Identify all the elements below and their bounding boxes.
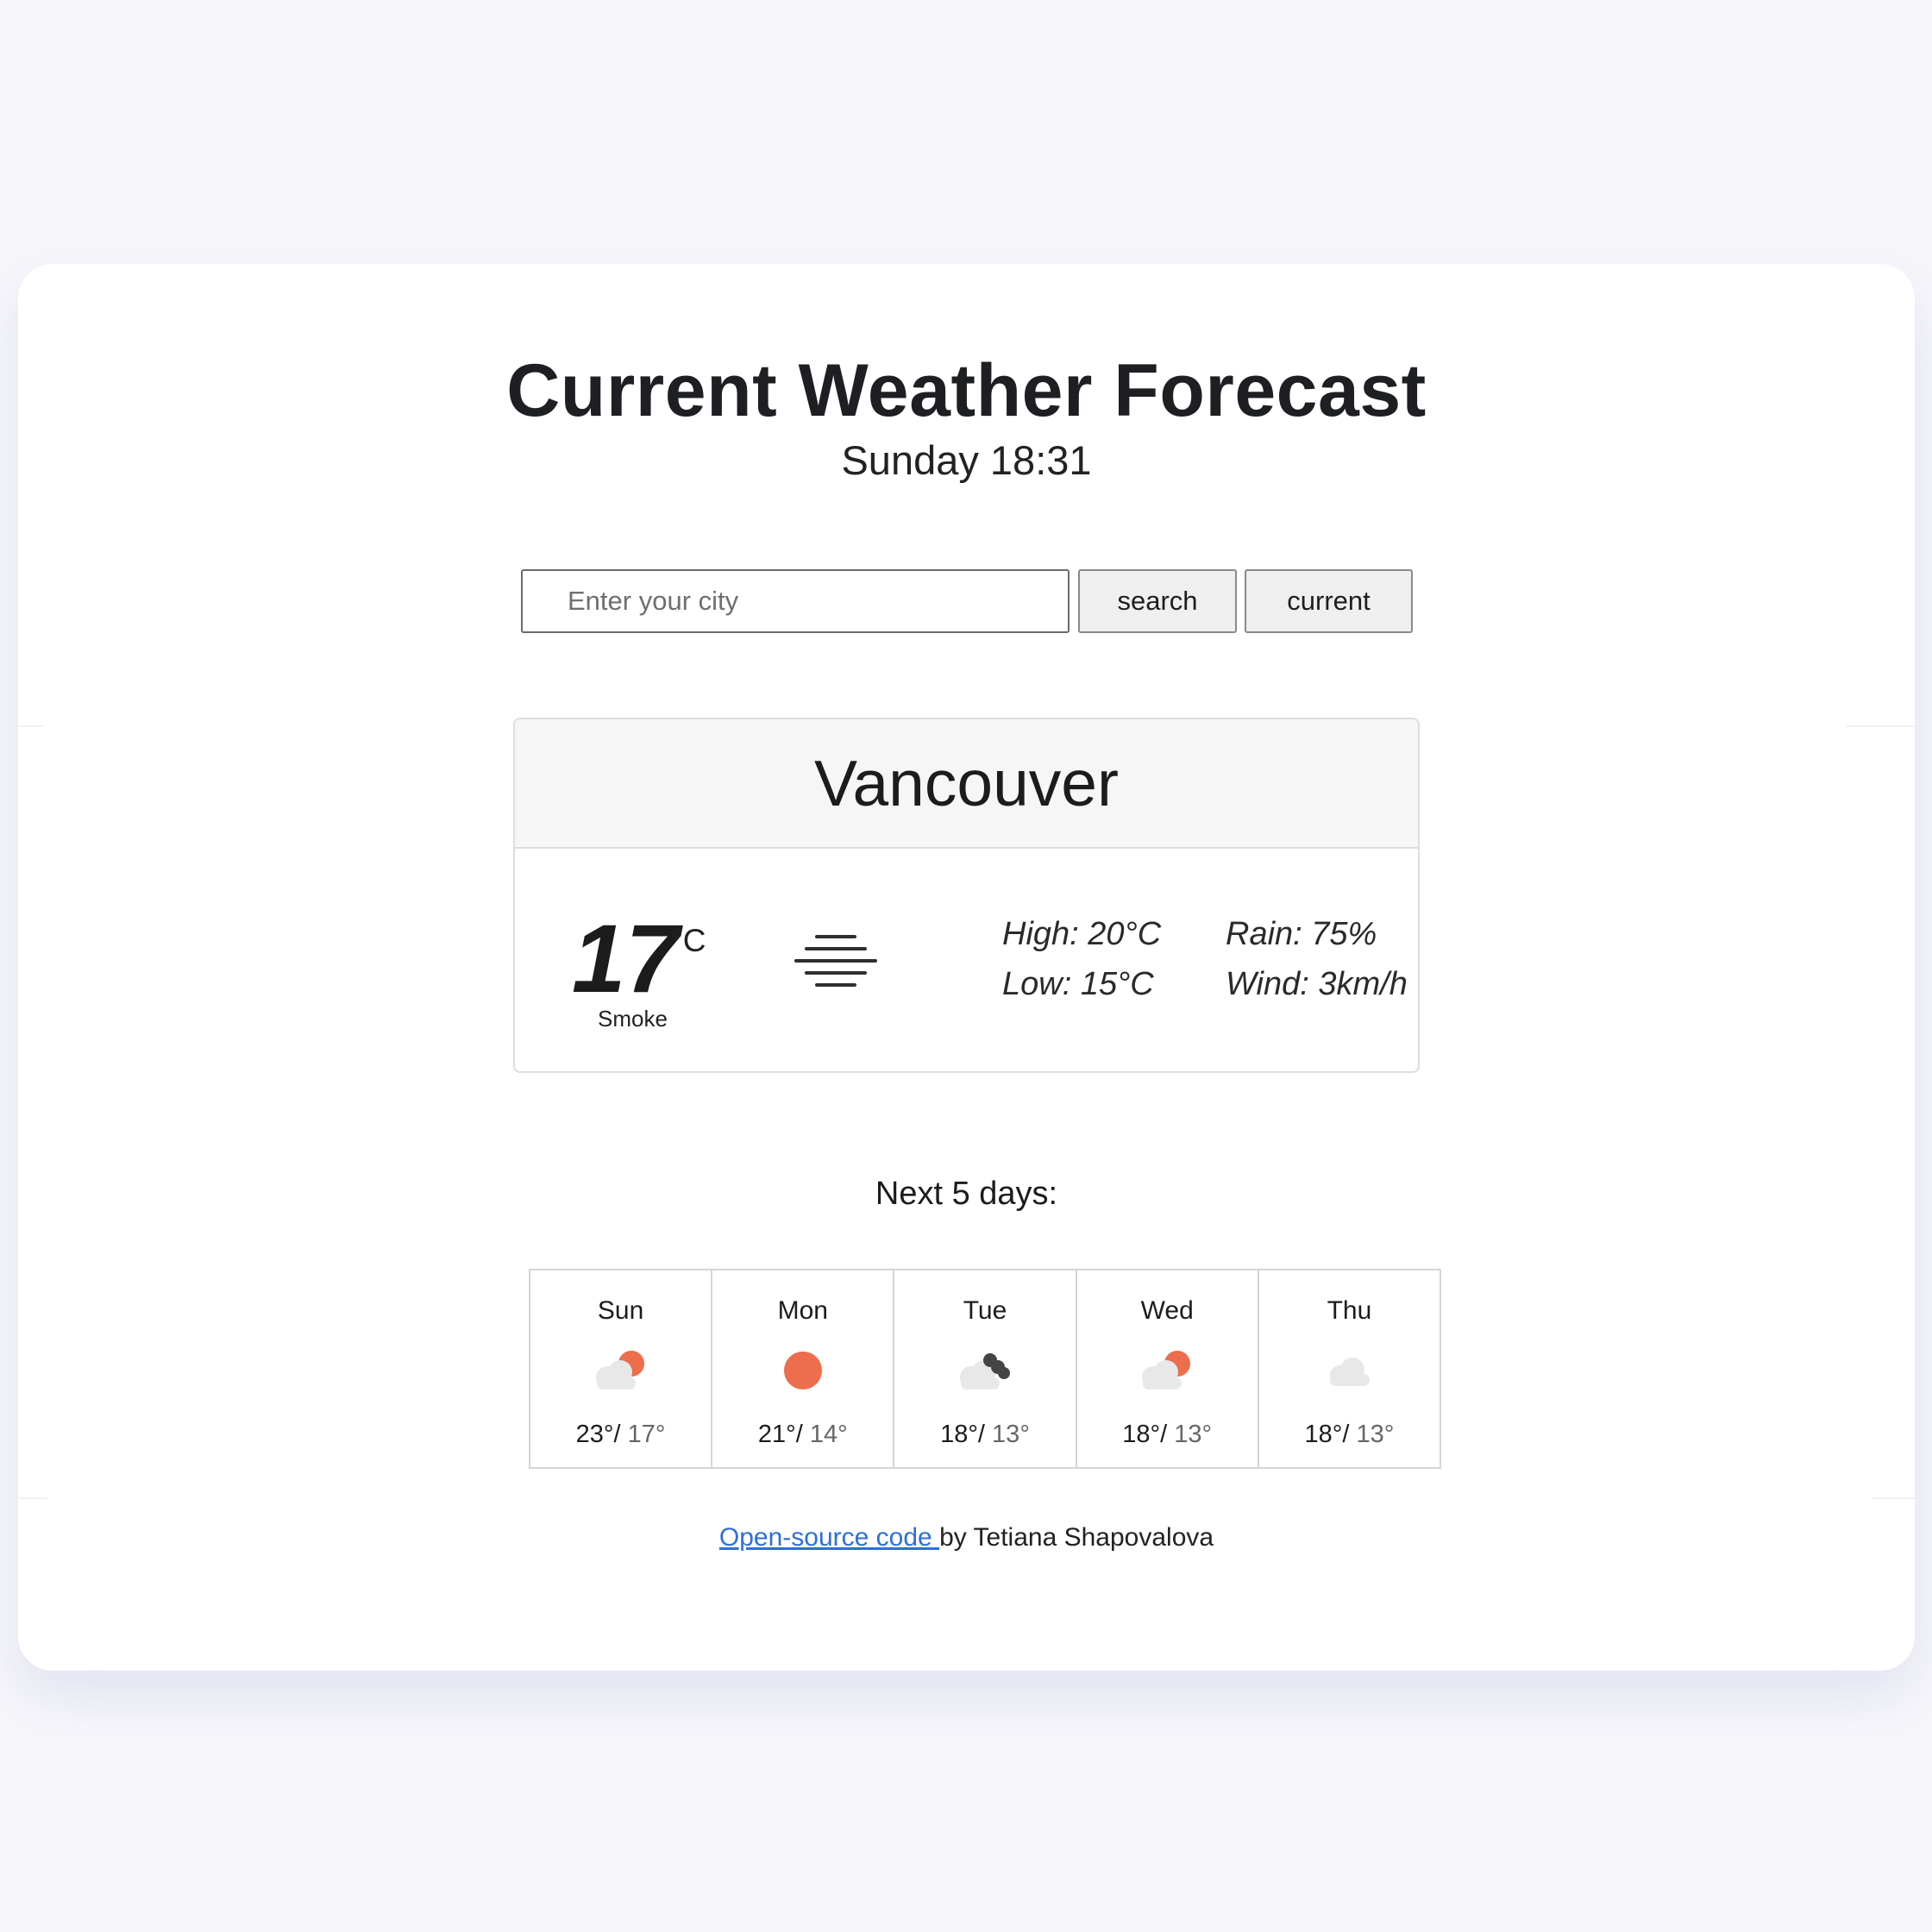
current-datetime: Sunday 18:31 [841,437,1092,483]
forecast-min-temp: 14° [802,1421,848,1448]
weather-description: Smoke [598,1006,668,1032]
forecast-day-name: Tue [963,1296,1007,1325]
footer: Open-source code by Tetiana Shapovalova [18,1523,1915,1552]
fog-icon [793,932,879,996]
high-temperature: High: 20°C [1002,916,1162,952]
broken-clouds-icon [950,1345,1019,1396]
forecast-day-name: Wed [1140,1296,1194,1325]
partly-cloudy-icon [1132,1345,1201,1396]
divider [18,1497,47,1499]
forecast-day: Thu 18°/ 13° [1257,1270,1440,1467]
low-temperature: Low: 15°C [1002,966,1154,1002]
forecast-max-temp: 18°/ [1122,1421,1168,1448]
divider [1872,1497,1915,1499]
current-location-button[interactable]: current [1245,569,1413,633]
current-weather-card: Vancouver 17 °C Smoke High: 20°C Low: 15… [513,718,1420,1073]
cloud-icon [1314,1345,1383,1396]
forecast-max-temp: 21°/ [757,1421,803,1448]
forecast-max-temp: 18°/ [940,1421,985,1448]
forecast-title: Next 5 days: [875,1176,1058,1212]
forecast-day: Mon 21°/ 14° [711,1270,893,1467]
sun-icon [768,1345,837,1396]
page-title: Current Weather Forecast [506,349,1427,432]
forecast-temps: 18°/ 13° [1077,1421,1258,1449]
rain-chance: Rain: 75% [1226,916,1377,952]
forecast-temps: 23°/ 17° [530,1421,711,1449]
forecast-day-name: Sun [597,1296,644,1325]
forecast-min-temp: 13° [985,1421,1030,1448]
forecast-temps: 21°/ 14° [712,1421,893,1449]
forecast-max-temp: 23°/ [575,1421,621,1448]
forecast-max-temp: 18°/ [1304,1421,1350,1448]
city-search-input[interactable] [521,569,1070,633]
forecast-min-temp: 17° [620,1421,666,1448]
search-button[interactable]: search [1078,569,1237,633]
forecast-min-temp: 13° [1167,1421,1213,1448]
forecast-row: Sun 23°/ 17° Mon 21°/ 14° Tue 18°/ 13° W… [529,1269,1441,1469]
forecast-day-name: Thu [1327,1296,1372,1325]
temperature-unit: °C [670,923,706,958]
source-code-link[interactable]: Open-source code [719,1523,939,1552]
forecast-temps: 18°/ 13° [894,1421,1075,1449]
current-temperature: 17 [572,905,680,1013]
wind-speed: Wind: 3km/h [1226,966,1408,1002]
divider [18,725,44,727]
forecast-day: Tue 18°/ 13° [893,1270,1075,1467]
forecast-day: Sun 23°/ 17° [530,1270,711,1467]
forecast-min-temp: 13° [1349,1421,1395,1448]
author-credit: by Tetiana Shapovalova [939,1523,1214,1552]
forecast-temps: 18°/ 13° [1259,1421,1440,1449]
forecast-day-name: Mon [777,1296,828,1325]
app-card: Current Weather Forecast Sunday 18:31 se… [18,264,1915,1671]
forecast-day: Wed 18°/ 13° [1075,1270,1258,1467]
city-name: Vancouver [515,719,1418,849]
divider [1846,725,1915,727]
partly-cloudy-icon [586,1345,656,1396]
